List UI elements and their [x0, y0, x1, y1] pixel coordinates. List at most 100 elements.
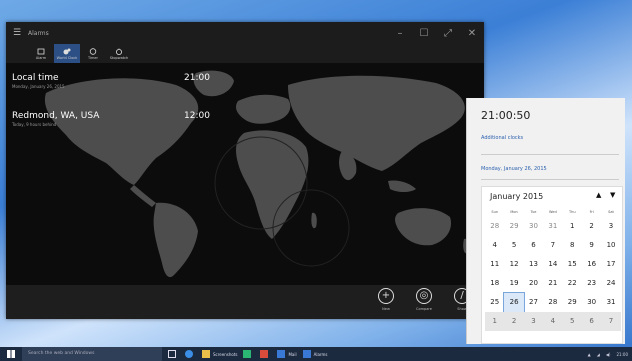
- maximize-button[interactable]: ☐: [412, 28, 436, 39]
- app-icon: [260, 350, 269, 358]
- task-view-button[interactable]: [168, 347, 179, 361]
- calendar-day[interactable]: 10: [601, 236, 620, 255]
- world-clock-icon: [63, 48, 71, 54]
- weekday-label: Sat: [608, 210, 614, 214]
- calendar-day[interactable]: 6: [581, 312, 602, 331]
- close-button[interactable]: ✕: [460, 28, 484, 39]
- week-row: 28 29 30 31 1 2 3: [485, 217, 621, 236]
- calendar-day[interactable]: 6: [524, 236, 543, 255]
- alarm-clock-icon: [37, 48, 45, 54]
- calendar-day[interactable]: 11: [485, 255, 504, 274]
- tray-icon[interactable]: ▲: [588, 352, 591, 357]
- calendar-day[interactable]: 28: [485, 217, 504, 236]
- calendar-day[interactable]: 1: [485, 312, 505, 331]
- minimize-button[interactable]: –: [388, 28, 412, 39]
- command-bar: + New ◎ Compare / Show: [6, 285, 484, 319]
- week-row: 11 12 13 14 15 16 17: [485, 255, 621, 274]
- system-tray: ▲ ◢ ◀) 21:00: [582, 347, 628, 361]
- calendar-day[interactable]: 28: [543, 293, 562, 312]
- calendar-day[interactable]: 19: [504, 274, 523, 293]
- calendar-day[interactable]: 4: [543, 312, 563, 331]
- calendar-day[interactable]: 2: [504, 312, 524, 331]
- world-map-graphic: [44, 70, 469, 278]
- weekday-label: Wed: [549, 210, 557, 214]
- volume-icon[interactable]: ◀): [606, 352, 611, 357]
- calendar-day[interactable]: 2: [582, 217, 601, 236]
- calendar-day[interactable]: 30: [524, 217, 543, 236]
- calendar-day-today[interactable]: 26: [503, 292, 525, 313]
- calendar: January 2015 ▲ ▼ Sun Mon Tue Wed Thu Fri…: [481, 186, 623, 344]
- calendar-day[interactable]: 18: [485, 274, 504, 293]
- clock-time: 12:00: [184, 111, 210, 121]
- calendar-day[interactable]: 23: [582, 274, 601, 293]
- calendar-day[interactable]: 21: [543, 274, 562, 293]
- fullscreen-button[interactable]: ⤢: [436, 28, 460, 39]
- calendar-day[interactable]: 25: [485, 293, 504, 312]
- internet-explorer-icon: [185, 350, 193, 358]
- tab-stopwatch[interactable]: Stopwatch: [106, 44, 132, 63]
- calendar-day[interactable]: 16: [582, 255, 601, 274]
- calendar-day[interactable]: 7: [601, 312, 621, 331]
- mail-icon: [277, 350, 286, 358]
- window-title: Alarms: [28, 29, 49, 37]
- flyout-time: 21:00:50: [481, 109, 531, 122]
- store-button[interactable]: [243, 347, 254, 361]
- clock-subtitle: Monday, January 26, 2015: [12, 84, 65, 89]
- calendar-day[interactable]: 31: [601, 293, 620, 312]
- calendar-day[interactable]: 3: [601, 217, 620, 236]
- start-button[interactable]: [0, 347, 22, 361]
- taskbar-item-alarms[interactable]: Alarms: [302, 347, 327, 361]
- tab-bar: Alarm World Clock Timer Stopwatch: [6, 44, 484, 63]
- calendar-day[interactable]: 27: [524, 293, 543, 312]
- calendar-day[interactable]: 30: [582, 293, 601, 312]
- network-icon[interactable]: ◢: [597, 352, 600, 357]
- new-button[interactable]: + New: [372, 288, 400, 311]
- clock-subtitle: Today, 9 hours behind: [12, 122, 57, 127]
- calendar-day[interactable]: 7: [543, 236, 562, 255]
- title-bar: ☰ Alarms – ☐ ⤢ ✕: [6, 22, 484, 44]
- calendar-day[interactable]: 20: [524, 274, 543, 293]
- taskbar-search[interactable]: Search the web and Windows: [22, 347, 162, 361]
- calendar-day[interactable]: 8: [563, 236, 582, 255]
- clock-redmond[interactable]: Redmond, WA, USA Today, 9 hours behind: [12, 111, 99, 127]
- tab-world-clock[interactable]: World Clock: [54, 44, 80, 63]
- compare-button[interactable]: ◎ Compare: [410, 288, 438, 311]
- tab-alarm[interactable]: Alarm: [28, 44, 54, 63]
- calendar-day[interactable]: 29: [504, 217, 523, 236]
- calendar-grid: Sun Mon Tue Wed Thu Fri Sat 28 29 30 31 …: [485, 207, 621, 331]
- ie-button[interactable]: [185, 347, 196, 361]
- calendar-day[interactable]: 5: [562, 312, 582, 331]
- tab-timer[interactable]: Timer: [80, 44, 106, 63]
- calendar-month[interactable]: January 2015: [490, 192, 543, 201]
- calendar-day[interactable]: 3: [523, 312, 544, 331]
- world-map[interactable]: Local time Monday, January 26, 2015 21:0…: [6, 63, 484, 285]
- additional-clocks-link[interactable]: Additional clocks: [481, 135, 523, 141]
- tray-clock[interactable]: 21:00: [616, 352, 628, 357]
- folder-icon: [202, 350, 210, 358]
- weekday-label: Fri: [589, 210, 594, 214]
- taskbar-item-screenshots[interactable]: Screenshots: [202, 347, 237, 361]
- calendar-day[interactable]: 22: [563, 274, 582, 293]
- flyout-date-link[interactable]: Monday, January 26, 2015: [481, 166, 547, 172]
- calendar-day[interactable]: 12: [504, 255, 523, 274]
- calendar-day[interactable]: 29: [563, 293, 582, 312]
- calendar-day[interactable]: 31: [543, 217, 562, 236]
- calendar-day[interactable]: 13: [524, 255, 543, 274]
- clock-local[interactable]: Local time Monday, January 26, 2015: [12, 73, 65, 89]
- calendar-day[interactable]: 9: [582, 236, 601, 255]
- calendar-day[interactable]: 24: [601, 274, 620, 293]
- calendar-day[interactable]: 15: [563, 255, 582, 274]
- calendar-day[interactable]: 1: [563, 217, 582, 236]
- hamburger-menu-icon[interactable]: ☰: [6, 28, 28, 38]
- taskbar-item-mail[interactable]: Mail: [277, 347, 297, 361]
- prev-month-icon[interactable]: ▲: [596, 191, 601, 199]
- timer-icon: [89, 47, 97, 55]
- calendar-day[interactable]: 5: [504, 236, 523, 255]
- calendar-day[interactable]: 4: [485, 236, 504, 255]
- next-month-icon[interactable]: ▼: [610, 191, 615, 199]
- calendar-day[interactable]: 17: [601, 255, 620, 274]
- app-button[interactable]: [260, 347, 271, 361]
- calendar-day[interactable]: 14: [543, 255, 562, 274]
- weekday-label: Mon: [510, 210, 518, 214]
- divider: [481, 179, 619, 180]
